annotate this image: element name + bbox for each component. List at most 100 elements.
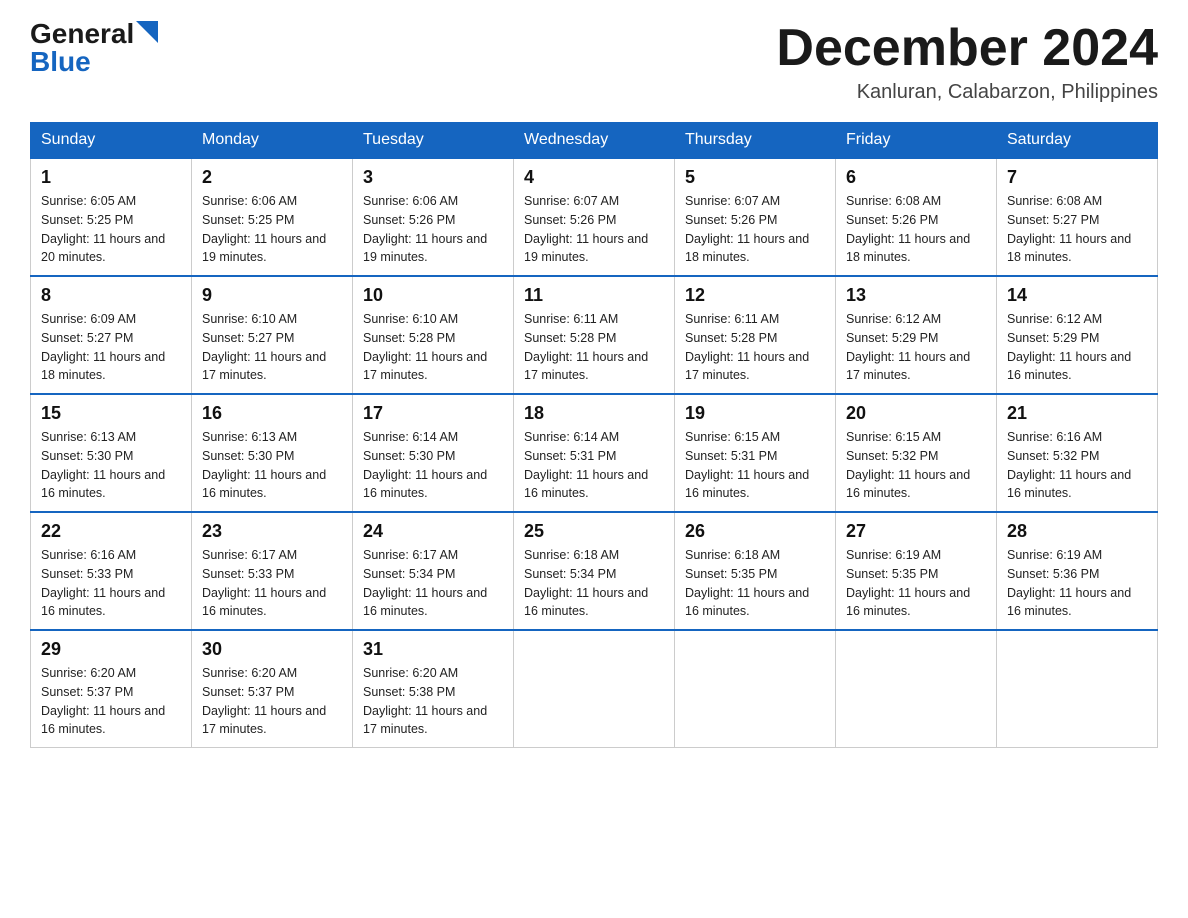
column-header-saturday: Saturday	[997, 123, 1158, 159]
day-number: 19	[685, 403, 825, 424]
day-info: Sunrise: 6:20 AMSunset: 5:37 PMDaylight:…	[202, 664, 342, 739]
day-number: 23	[202, 521, 342, 542]
day-number: 20	[846, 403, 986, 424]
day-info: Sunrise: 6:08 AMSunset: 5:26 PMDaylight:…	[846, 192, 986, 267]
calendar-cell: 28 Sunrise: 6:19 AMSunset: 5:36 PMDaylig…	[997, 512, 1158, 630]
day-number: 18	[524, 403, 664, 424]
calendar-table: SundayMondayTuesdayWednesdayThursdayFrid…	[30, 122, 1158, 748]
title-section: December 2024 Kanluran, Calabarzon, Phil…	[776, 20, 1158, 104]
logo-arrow-icon	[136, 21, 158, 43]
day-info: Sunrise: 6:13 AMSunset: 5:30 PMDaylight:…	[202, 428, 342, 503]
location-text: Kanluran, Calabarzon, Philippines	[776, 81, 1158, 104]
calendar-cell: 18 Sunrise: 6:14 AMSunset: 5:31 PMDaylig…	[514, 394, 675, 512]
day-number: 16	[202, 403, 342, 424]
column-header-monday: Monday	[192, 123, 353, 159]
calendar-cell: 31 Sunrise: 6:20 AMSunset: 5:38 PMDaylig…	[353, 630, 514, 748]
day-number: 29	[41, 639, 181, 660]
day-number: 17	[363, 403, 503, 424]
calendar-header-row: SundayMondayTuesdayWednesdayThursdayFrid…	[31, 123, 1158, 159]
day-number: 15	[41, 403, 181, 424]
day-number: 14	[1007, 285, 1147, 306]
day-info: Sunrise: 6:11 AMSunset: 5:28 PMDaylight:…	[524, 310, 664, 385]
day-number: 13	[846, 285, 986, 306]
logo: General Blue	[30, 20, 158, 76]
calendar-cell: 5 Sunrise: 6:07 AMSunset: 5:26 PMDayligh…	[675, 158, 836, 276]
day-number: 11	[524, 285, 664, 306]
calendar-cell: 7 Sunrise: 6:08 AMSunset: 5:27 PMDayligh…	[997, 158, 1158, 276]
day-info: Sunrise: 6:06 AMSunset: 5:25 PMDaylight:…	[202, 192, 342, 267]
day-info: Sunrise: 6:19 AMSunset: 5:36 PMDaylight:…	[1007, 546, 1147, 621]
page-header: General Blue December 2024 Kanluran, Cal…	[30, 20, 1158, 104]
day-number: 6	[846, 167, 986, 188]
calendar-cell: 2 Sunrise: 6:06 AMSunset: 5:25 PMDayligh…	[192, 158, 353, 276]
calendar-cell: 14 Sunrise: 6:12 AMSunset: 5:29 PMDaylig…	[997, 276, 1158, 394]
calendar-cell: 30 Sunrise: 6:20 AMSunset: 5:37 PMDaylig…	[192, 630, 353, 748]
logo-general-text: General	[30, 20, 134, 48]
calendar-week-row: 1 Sunrise: 6:05 AMSunset: 5:25 PMDayligh…	[31, 158, 1158, 276]
day-info: Sunrise: 6:10 AMSunset: 5:28 PMDaylight:…	[363, 310, 503, 385]
calendar-week-row: 15 Sunrise: 6:13 AMSunset: 5:30 PMDaylig…	[31, 394, 1158, 512]
day-number: 27	[846, 521, 986, 542]
day-info: Sunrise: 6:20 AMSunset: 5:38 PMDaylight:…	[363, 664, 503, 739]
calendar-cell: 6 Sunrise: 6:08 AMSunset: 5:26 PMDayligh…	[836, 158, 997, 276]
day-info: Sunrise: 6:19 AMSunset: 5:35 PMDaylight:…	[846, 546, 986, 621]
day-info: Sunrise: 6:10 AMSunset: 5:27 PMDaylight:…	[202, 310, 342, 385]
day-info: Sunrise: 6:07 AMSunset: 5:26 PMDaylight:…	[524, 192, 664, 267]
day-info: Sunrise: 6:12 AMSunset: 5:29 PMDaylight:…	[1007, 310, 1147, 385]
day-info: Sunrise: 6:16 AMSunset: 5:33 PMDaylight:…	[41, 546, 181, 621]
day-info: Sunrise: 6:08 AMSunset: 5:27 PMDaylight:…	[1007, 192, 1147, 267]
calendar-cell: 22 Sunrise: 6:16 AMSunset: 5:33 PMDaylig…	[31, 512, 192, 630]
day-info: Sunrise: 6:17 AMSunset: 5:34 PMDaylight:…	[363, 546, 503, 621]
month-title: December 2024	[776, 20, 1158, 77]
calendar-cell	[836, 630, 997, 748]
day-number: 26	[685, 521, 825, 542]
column-header-tuesday: Tuesday	[353, 123, 514, 159]
day-number: 25	[524, 521, 664, 542]
day-number: 12	[685, 285, 825, 306]
day-info: Sunrise: 6:09 AMSunset: 5:27 PMDaylight:…	[41, 310, 181, 385]
column-header-friday: Friday	[836, 123, 997, 159]
logo-blue-text: Blue	[30, 48, 91, 76]
day-number: 4	[524, 167, 664, 188]
calendar-cell: 23 Sunrise: 6:17 AMSunset: 5:33 PMDaylig…	[192, 512, 353, 630]
day-number: 9	[202, 285, 342, 306]
calendar-cell: 24 Sunrise: 6:17 AMSunset: 5:34 PMDaylig…	[353, 512, 514, 630]
calendar-cell: 17 Sunrise: 6:14 AMSunset: 5:30 PMDaylig…	[353, 394, 514, 512]
calendar-cell: 1 Sunrise: 6:05 AMSunset: 5:25 PMDayligh…	[31, 158, 192, 276]
day-number: 28	[1007, 521, 1147, 542]
day-number: 1	[41, 167, 181, 188]
day-info: Sunrise: 6:15 AMSunset: 5:31 PMDaylight:…	[685, 428, 825, 503]
day-info: Sunrise: 6:07 AMSunset: 5:26 PMDaylight:…	[685, 192, 825, 267]
day-number: 31	[363, 639, 503, 660]
day-info: Sunrise: 6:12 AMSunset: 5:29 PMDaylight:…	[846, 310, 986, 385]
day-info: Sunrise: 6:14 AMSunset: 5:30 PMDaylight:…	[363, 428, 503, 503]
calendar-week-row: 22 Sunrise: 6:16 AMSunset: 5:33 PMDaylig…	[31, 512, 1158, 630]
day-number: 24	[363, 521, 503, 542]
column-header-thursday: Thursday	[675, 123, 836, 159]
column-header-wednesday: Wednesday	[514, 123, 675, 159]
day-info: Sunrise: 6:20 AMSunset: 5:37 PMDaylight:…	[41, 664, 181, 739]
calendar-cell: 3 Sunrise: 6:06 AMSunset: 5:26 PMDayligh…	[353, 158, 514, 276]
calendar-cell: 25 Sunrise: 6:18 AMSunset: 5:34 PMDaylig…	[514, 512, 675, 630]
day-number: 3	[363, 167, 503, 188]
day-info: Sunrise: 6:11 AMSunset: 5:28 PMDaylight:…	[685, 310, 825, 385]
day-number: 10	[363, 285, 503, 306]
day-number: 22	[41, 521, 181, 542]
calendar-cell: 29 Sunrise: 6:20 AMSunset: 5:37 PMDaylig…	[31, 630, 192, 748]
calendar-cell: 8 Sunrise: 6:09 AMSunset: 5:27 PMDayligh…	[31, 276, 192, 394]
calendar-cell	[997, 630, 1158, 748]
day-info: Sunrise: 6:15 AMSunset: 5:32 PMDaylight:…	[846, 428, 986, 503]
day-info: Sunrise: 6:14 AMSunset: 5:31 PMDaylight:…	[524, 428, 664, 503]
day-info: Sunrise: 6:18 AMSunset: 5:35 PMDaylight:…	[685, 546, 825, 621]
day-number: 2	[202, 167, 342, 188]
calendar-cell: 15 Sunrise: 6:13 AMSunset: 5:30 PMDaylig…	[31, 394, 192, 512]
day-info: Sunrise: 6:16 AMSunset: 5:32 PMDaylight:…	[1007, 428, 1147, 503]
column-header-sunday: Sunday	[31, 123, 192, 159]
day-info: Sunrise: 6:17 AMSunset: 5:33 PMDaylight:…	[202, 546, 342, 621]
calendar-cell: 21 Sunrise: 6:16 AMSunset: 5:32 PMDaylig…	[997, 394, 1158, 512]
day-number: 21	[1007, 403, 1147, 424]
calendar-cell: 4 Sunrise: 6:07 AMSunset: 5:26 PMDayligh…	[514, 158, 675, 276]
calendar-cell: 20 Sunrise: 6:15 AMSunset: 5:32 PMDaylig…	[836, 394, 997, 512]
calendar-cell: 16 Sunrise: 6:13 AMSunset: 5:30 PMDaylig…	[192, 394, 353, 512]
day-number: 8	[41, 285, 181, 306]
